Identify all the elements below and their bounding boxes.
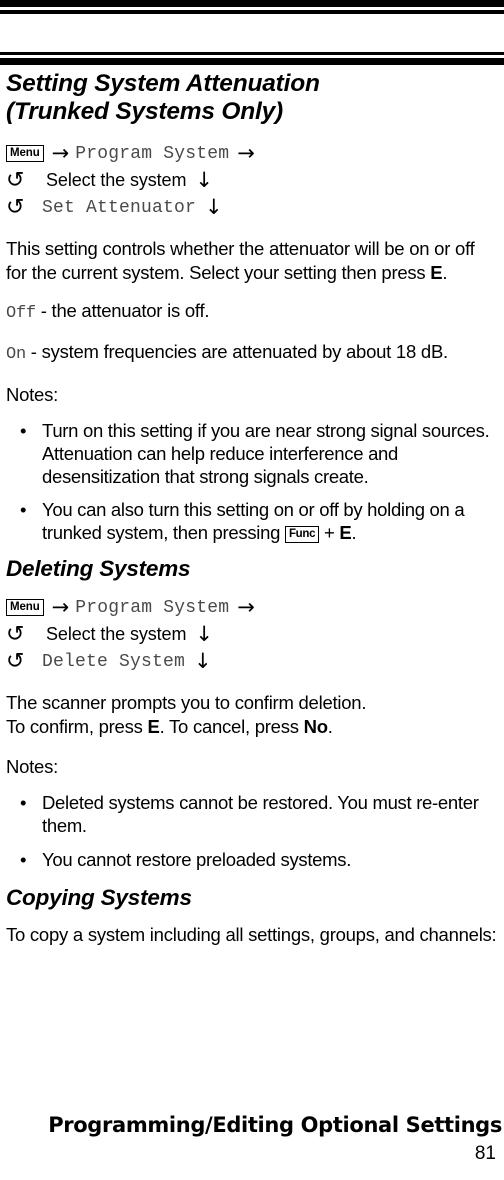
delete-confirm-line-1: The scanner prompts you to confirm delet… [6,692,367,713]
keypath-step-label: Select the system [46,624,187,644]
bullet-icon: • [20,792,27,813]
menu-item-set-attenuator[interactable]: Set Attenuator [32,198,196,218]
menu-item-delete-system[interactable]: Delete System [32,652,185,672]
page-title-line-2: (Trunked Systems Only) [6,98,283,125]
menu-key-button[interactable]: Menu [6,145,44,162]
option-off: Off - the attenuator is off. [6,299,498,326]
note-text: Deleted systems cannot be restored. You … [42,792,479,836]
option-off-value: Off [6,304,36,323]
rotate-knob-icon: ↺ [6,167,25,193]
notes-list-deleting: • Deleted systems cannot be restored. Yo… [6,791,498,871]
delete-confirm-text-b: . To cancel, press [159,716,304,737]
func-key-button[interactable]: Func [284,526,320,543]
key-e-bold: E [430,262,443,283]
key-no-bold: No [303,716,328,737]
arrow-right-icon: → [237,595,255,619]
arrow-down-icon: ↓ [205,195,223,219]
rotate-knob-icon: ↺ [6,194,25,220]
attenuation-description: This setting controls whether the attenu… [6,237,498,285]
page-number: 81 [474,1143,496,1164]
keypath-row-select-system: ↺ Select the system ↓ [6,621,498,648]
notes-list-attenuation: • Turn on this setting if you are near s… [6,419,498,544]
attenuation-description-end: . [442,262,448,283]
keypath-delete: Menu → Program System → ↺ Select the sys… [6,594,498,675]
header-rule-top-thin [0,10,504,14]
keypath-row-set-attenuator: ↺ Set Attenuator ↓ [6,194,498,221]
header-rule-bottom-thin [0,52,504,55]
bullet-icon: • [20,499,27,520]
footer-title: Programming/Editing Optional Settings [48,1113,502,1137]
attenuation-description-text: This setting controls whether the attenu… [6,238,475,283]
list-item: • Deleted systems cannot be restored. Yo… [6,791,498,837]
keypath-row-menu: Menu → Program System → [6,594,498,621]
option-on: On - system frequencies are attenuated b… [6,340,498,367]
arrow-right-icon: → [237,141,255,165]
notes-label-deleting: Notes: [6,756,58,777]
keypath-row-select-system: ↺ Select the system ↓ [6,167,498,194]
key-e-bold: E [339,522,352,543]
rotate-knob-icon: ↺ [6,621,25,647]
page-content: Setting System Attenuation (Trunked Syst… [6,70,498,947]
list-item: • You cannot restore preloaded systems. [6,848,498,871]
note-text: You can also turn this setting on or off… [42,499,465,543]
notes-label-attenuation: Notes: [6,384,58,405]
copying-systems-description: To copy a system including all settings,… [6,924,497,945]
arrow-down-icon: ↓ [194,649,212,673]
note-text: You cannot restore preloaded systems. [42,849,352,870]
arrow-down-icon: ↓ [195,168,213,192]
note-text: Turn on this setting if you are near str… [42,420,490,487]
keypath-row-delete-system: ↺ Delete System ↓ [6,648,498,675]
header-rule-bottom-thick [0,58,504,65]
list-item: • Turn on this setting if you are near s… [6,419,498,488]
option-off-description: - the attenuator is off. [35,300,210,321]
bullet-icon: • [20,420,27,441]
note-plus: + [319,522,340,543]
arrow-right-icon: → [51,141,70,165]
delete-confirm-text-a: To confirm, press [6,716,148,737]
keypath-step-label: Select the system [46,170,187,190]
rotate-knob-icon: ↺ [6,648,25,674]
menu-key-button[interactable]: Menu [6,599,44,616]
note-text-end: . [351,522,357,543]
section-title-copying-systems: Copying Systems [6,885,192,910]
arrow-down-icon: ↓ [195,622,213,646]
page-title: Setting System Attenuation (Trunked Syst… [6,70,498,126]
option-on-value: On [6,345,26,364]
key-e-bold: E [147,716,160,737]
arrow-right-icon: → [51,595,70,619]
list-item: • You can also turn this setting on or o… [6,498,498,544]
delete-confirm-line-2: To confirm, press E. To cancel, press No… [6,715,498,739]
header-rule-top-thick [0,0,504,7]
bullet-icon: • [20,849,27,870]
keypath-row-menu: Menu → Program System → [6,140,498,167]
menu-item-program-system[interactable]: Program System [75,598,229,618]
menu-item-program-system[interactable]: Program System [75,144,229,164]
delete-confirm-text-c: . [327,716,333,737]
option-on-description: - system frequencies are attenuated by a… [25,341,448,362]
section-title-deleting-systems: Deleting Systems [6,556,191,581]
keypath-attenuation: Menu → Program System → ↺ Select the sys… [6,140,498,221]
page-title-line-1: Setting System Attenuation [6,70,320,97]
